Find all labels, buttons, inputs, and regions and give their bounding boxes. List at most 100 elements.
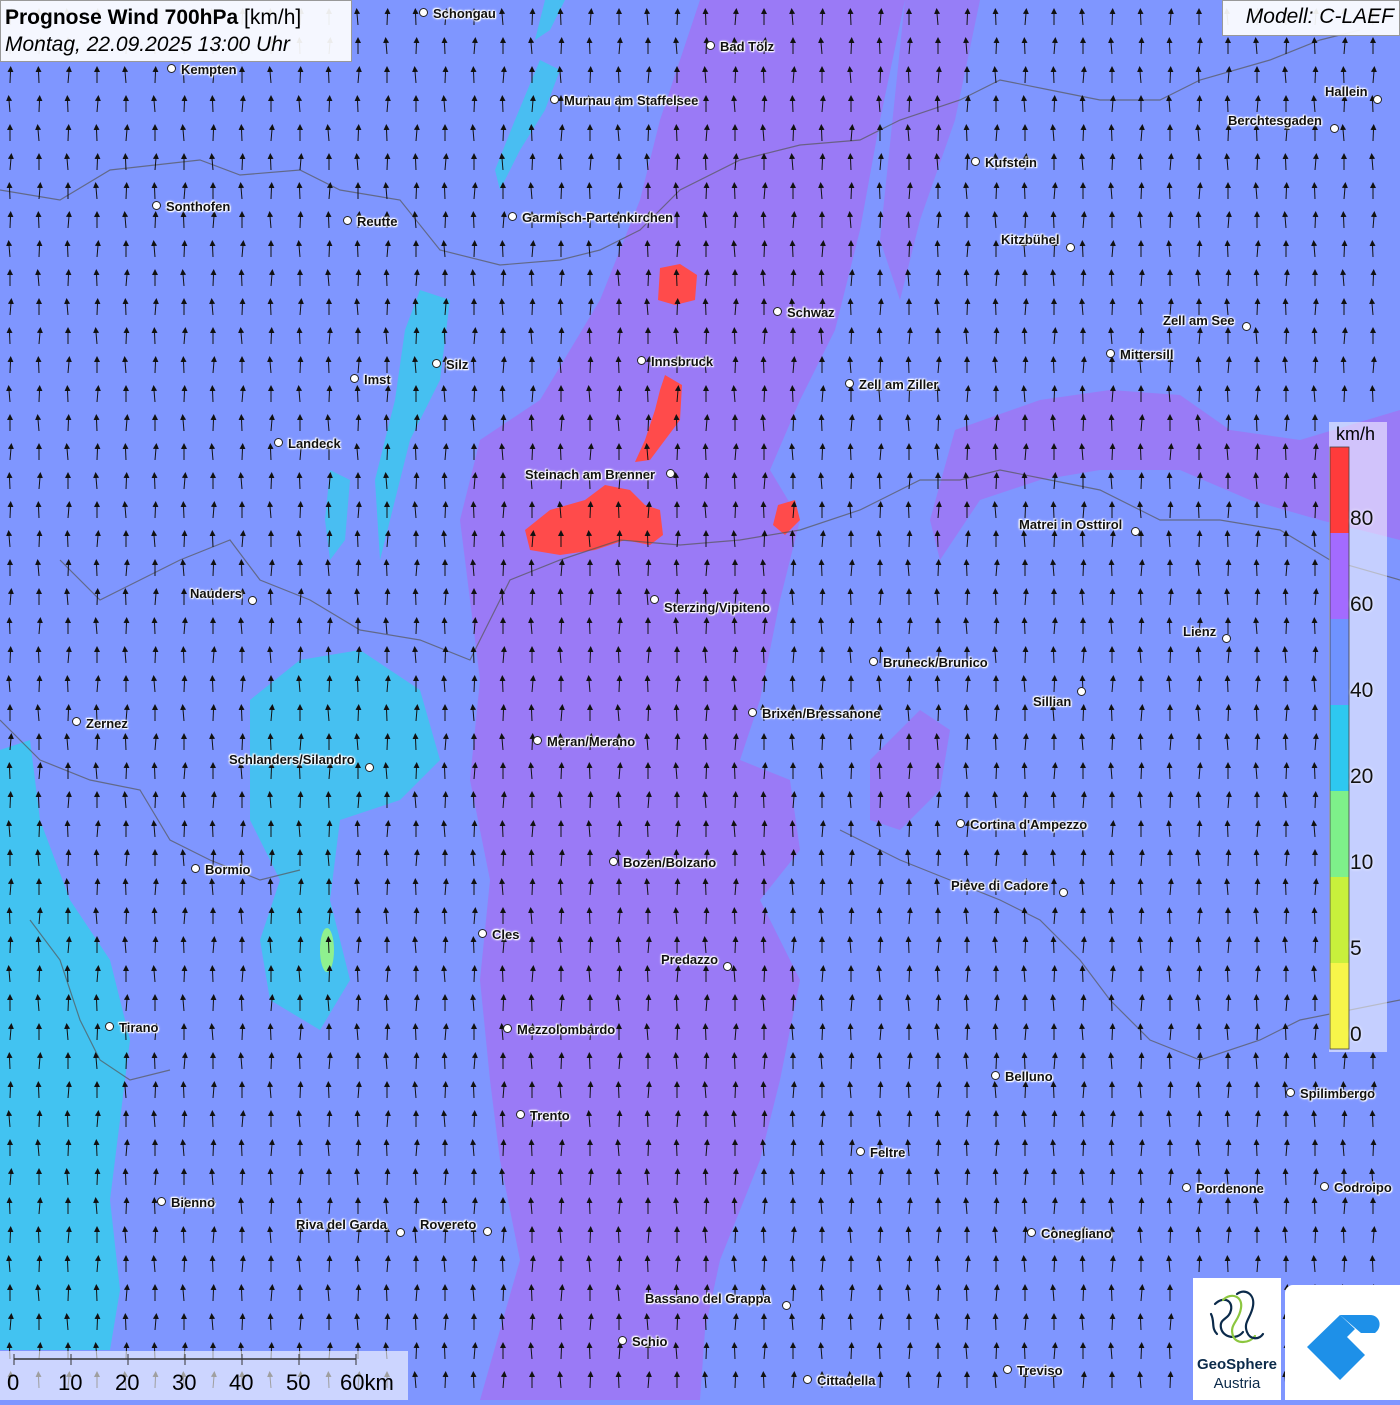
wind-arrow: [847, 733, 854, 751]
wind-arrow: [818, 124, 825, 142]
wind-arrow: [1137, 588, 1144, 606]
city-label-zell-am-see: Zell am See: [1163, 313, 1235, 328]
wind-arrow: [470, 356, 477, 374]
wind-arrow: [1108, 849, 1115, 867]
wind-arrow: [470, 1371, 477, 1389]
wind-arrow: [1282, 733, 1289, 751]
wind-arrow: [586, 182, 593, 200]
wind-arrow: [1138, 762, 1145, 780]
app-logo[interactable]: [1285, 1285, 1400, 1400]
city-marker-spilimbergo: [1286, 1088, 1295, 1097]
wind-arrow: [586, 327, 593, 345]
wind-arrow: [877, 1081, 884, 1099]
wind-arrow: [1224, 820, 1231, 838]
wind-arrow: [1283, 1197, 1290, 1215]
wind-arrow: [383, 559, 390, 577]
wind-arrow: [1312, 936, 1319, 954]
wind-arrow: [499, 675, 506, 693]
wind-arrow: [645, 124, 652, 142]
wind-arrow: [296, 762, 303, 780]
wind-arrow: [151, 1052, 158, 1070]
wind-arrow: [1051, 530, 1058, 548]
wind-arrow: [1167, 211, 1174, 229]
wind-arrow: [558, 327, 565, 345]
wind-arrow: [499, 385, 506, 403]
wind-arrow: [790, 1284, 797, 1302]
wind-arrow: [1021, 617, 1028, 635]
wind-arrow: [64, 530, 71, 548]
wind-arrow: [442, 1371, 449, 1389]
wind-arrow: [731, 1052, 738, 1070]
wind-arrow: [499, 240, 506, 258]
wind-arrow: [471, 1110, 478, 1128]
wind-arrow: [210, 269, 217, 287]
wind-arrow: [442, 501, 449, 519]
wind-arrow: [413, 327, 420, 345]
wind-arrow: [1225, 414, 1232, 432]
wind-arrow: [152, 501, 159, 519]
city-marker-bassano-del-grappa: [782, 1301, 791, 1310]
wind-arrow: [964, 1168, 971, 1186]
wind-arrow: [1225, 124, 1232, 142]
wind-arrow: [471, 385, 478, 403]
wind-arrow: [1225, 704, 1232, 722]
wind-arrow: [1109, 153, 1116, 171]
wind-arrow: [210, 559, 217, 577]
wind-arrow: [36, 1255, 43, 1273]
city-marker-innsbruck: [637, 356, 646, 365]
wind-arrow: [384, 1023, 391, 1041]
wind-arrow: [876, 327, 883, 345]
wind-arrow: [847, 153, 854, 171]
city-label-pieve-di-cadore: Pieve di Cadore: [951, 878, 1049, 893]
wind-arrow: [906, 1110, 913, 1128]
wind-arrow: [615, 1226, 622, 1244]
wind-arrow: [876, 182, 883, 200]
wind-arrow: [558, 1197, 565, 1215]
wind-arrow: [209, 965, 216, 983]
wind-arrow: [1311, 472, 1318, 490]
wind-arrow: [1311, 1052, 1318, 1070]
city-label-bruneck-brunico: Bruneck/Brunico: [883, 655, 988, 670]
wind-arrow: [210, 1284, 217, 1302]
wind-arrow: [1254, 588, 1261, 606]
wind-arrow: [703, 762, 710, 780]
geosphere-logo[interactable]: GeoSphere Austria: [1193, 1278, 1281, 1400]
wind-arrow: [674, 733, 681, 751]
wind-arrow: [1021, 1342, 1028, 1360]
wind-arrow: [761, 675, 768, 693]
wind-arrow: [934, 1255, 941, 1273]
wind-arrow: [7, 66, 14, 84]
wind-arrow: [935, 994, 942, 1012]
city-label-rovereto: Rovereto: [420, 1217, 477, 1232]
scale-label-0: 0: [7, 1370, 20, 1395]
wind-arrow: [1137, 878, 1144, 896]
city-label-innsbruck: Innsbruck: [651, 354, 714, 369]
wind-arrow: [760, 1371, 767, 1389]
wind-arrow: [470, 1081, 477, 1099]
city-marker-landeck: [274, 438, 283, 447]
wind-arrow: [354, 530, 361, 548]
wind-arrow: [471, 1255, 478, 1273]
wind-arrow: [180, 1226, 187, 1244]
wind-arrow: [384, 733, 391, 751]
wind-arrow: [557, 153, 564, 171]
wind-arrow: [1109, 298, 1116, 316]
wind-arrow: [35, 211, 42, 229]
wind-arrow: [848, 1342, 855, 1360]
wind-arrow: [7, 356, 14, 374]
wind-arrow: [674, 1023, 681, 1041]
wind-arrow: [6, 182, 13, 200]
wind-arrow: [471, 965, 478, 983]
wind-arrow: [935, 1284, 942, 1302]
wind-arrow: [528, 994, 535, 1012]
city-marker-schio: [618, 1336, 627, 1345]
wind-arrow: [934, 95, 941, 113]
wind-arrow: [528, 849, 535, 867]
wind-arrow: [528, 559, 535, 577]
wind-arrow: [644, 1255, 651, 1273]
wind-arrow: [1195, 646, 1202, 664]
wind-arrow: [413, 907, 420, 925]
wind-arrow: [761, 965, 768, 983]
wind-arrow: [442, 646, 449, 664]
legend-tick-20: 20: [1350, 765, 1374, 788]
